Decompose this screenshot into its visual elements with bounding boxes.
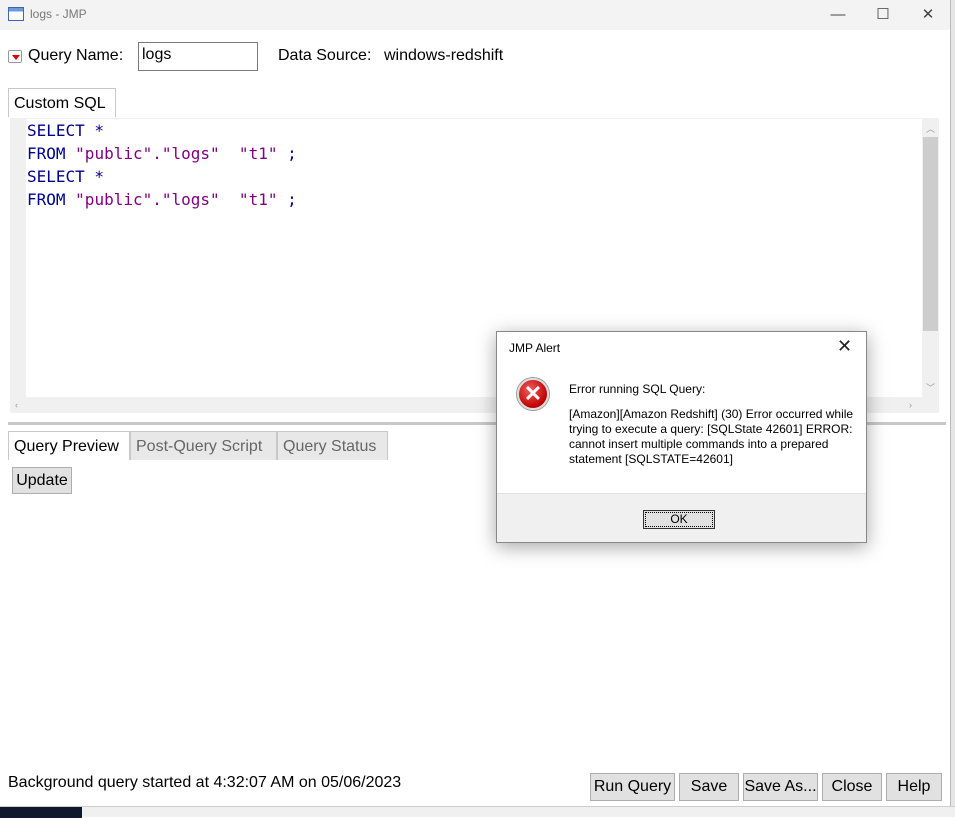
scrollbar-thumb[interactable]: [923, 137, 938, 331]
close-query-button[interactable]: Close: [822, 773, 882, 801]
alert-close-icon[interactable]: ✕: [837, 336, 852, 357]
alert-footer: OK: [497, 493, 866, 542]
sql-identifier: "public"."logs" "t1": [75, 144, 288, 163]
tab-query-status[interactable]: Query Status: [277, 431, 388, 460]
sql-line: FROM "public"."logs" "t1" ;: [27, 188, 297, 211]
query-name-input[interactable]: logs: [138, 42, 258, 71]
sql-line: SELECT *: [27, 165, 297, 188]
scroll-down-icon[interactable]: ﹀: [926, 381, 935, 394]
save-as-button[interactable]: Save As...: [743, 773, 818, 801]
sql-line: SELECT *: [27, 119, 297, 142]
sql-keyword: SELECT *: [27, 121, 105, 140]
minimize-button[interactable]: —: [823, 4, 853, 26]
ok-button[interactable]: OK: [643, 510, 715, 529]
status-text: Background query started at 4:32:07 AM o…: [8, 774, 402, 791]
sql-text[interactable]: SELECT * FROM "public"."logs" "t1" ; SELEC…: [27, 119, 297, 211]
help-button[interactable]: Help: [886, 773, 942, 801]
maximize-button[interactable]: ☐: [868, 4, 898, 26]
sql-keyword: FROM: [27, 190, 76, 209]
scroll-left-icon[interactable]: ‹: [15, 400, 18, 410]
app-icon: [8, 7, 24, 21]
taskbar-start: [0, 807, 82, 818]
alert-message: [Amazon][Amazon Redshift] (30) Error occ…: [569, 407, 854, 466]
sql-terminator: ;: [287, 190, 297, 209]
alert-dialog: JMP Alert ✕ ✕ Error running SQL Query: […: [496, 331, 867, 543]
scroll-right-icon[interactable]: ›: [909, 400, 912, 410]
alert-title: JMP Alert: [497, 332, 866, 363]
window-border: [950, 0, 955, 817]
sql-terminator: ;: [287, 144, 297, 163]
taskbar: [0, 806, 955, 818]
run-query-button[interactable]: Run Query: [590, 773, 675, 801]
close-button[interactable]: ✕: [913, 4, 943, 26]
data-source-value: windows-redshift: [384, 47, 504, 64]
title-bar: logs - JMP — ☐ ✕: [0, 0, 950, 30]
alert-heading: Error running SQL Query:: [569, 382, 706, 396]
error-icon: ✕: [517, 378, 549, 410]
tab-post-query-script[interactable]: Post-Query Script: [130, 431, 277, 460]
sql-line: FROM "public"."logs" "t1" ;: [27, 142, 297, 165]
tab-query-preview[interactable]: Query Preview: [8, 431, 130, 460]
query-name-label: Query Name:: [28, 47, 124, 64]
update-button[interactable]: Update: [12, 467, 72, 494]
sql-keyword: SELECT *: [27, 167, 105, 186]
save-button[interactable]: Save: [679, 773, 739, 801]
tab-custom-sql[interactable]: Custom SQL: [8, 88, 116, 117]
editor-gutter: [11, 119, 26, 397]
sql-keyword: FROM: [27, 144, 76, 163]
disclosure-triangle-icon[interactable]: [8, 50, 22, 63]
data-source-label: Data Source:: [278, 47, 372, 64]
window-title: logs - JMP: [30, 7, 87, 21]
scroll-up-icon[interactable]: ︿: [926, 122, 935, 135]
sql-identifier: "public"."logs" "t1": [75, 190, 288, 209]
